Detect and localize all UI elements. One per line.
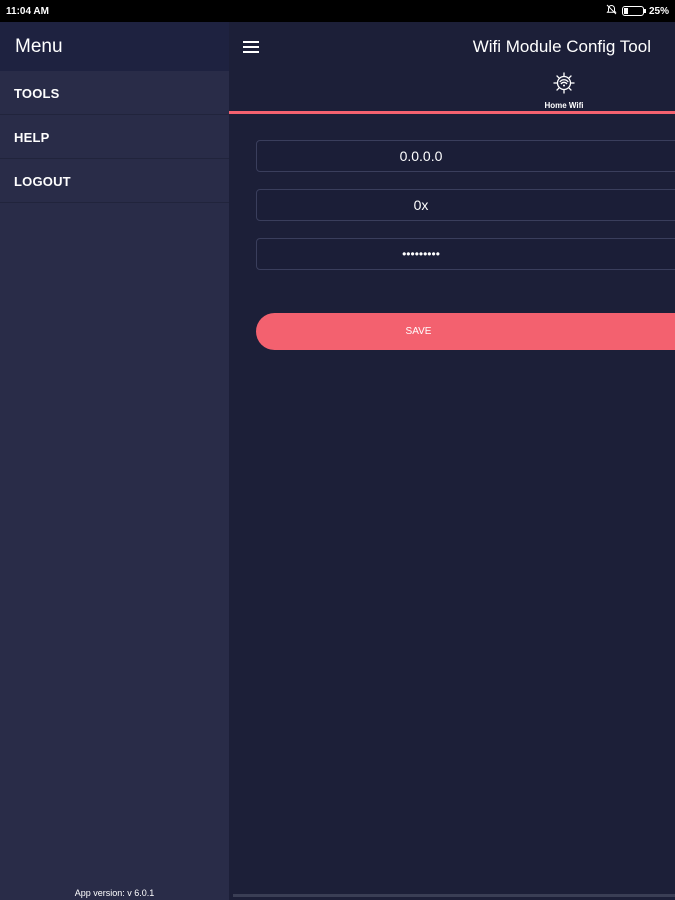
drawer-title: Menu xyxy=(0,22,229,71)
battery-percent: 25% xyxy=(648,5,669,17)
save-button[interactable]: SAVE xyxy=(256,313,675,350)
navigation-drawer: Menu TOOLS HELP LOGOUT App version: v 6.… xyxy=(0,22,229,900)
main-content: Wifi Module Config Tool Home Wifi 0.0.0.… xyxy=(229,22,675,900)
status-bar: 11:04 AM 25% xyxy=(0,0,675,22)
battery-icon xyxy=(621,6,646,16)
app-version: App version: v 6.0.1 xyxy=(74,888,155,898)
status-time: 11:04 AM xyxy=(6,6,49,17)
tab-label: Home Wifi xyxy=(544,101,584,110)
page-title: Wifi Module Config Tool xyxy=(472,37,651,56)
bottom-divider xyxy=(233,894,675,897)
menu-item-logout[interactable]: LOGOUT xyxy=(0,159,229,203)
app-bar: Wifi Module Config Tool Home Wifi xyxy=(229,22,675,114)
status-right: 25% xyxy=(606,4,669,18)
wifi-settings-gear-icon xyxy=(552,72,576,99)
password-field[interactable]: ••••••••• xyxy=(256,238,675,270)
menu-item-tools[interactable]: TOOLS xyxy=(0,71,229,115)
hex-field[interactable]: 0x xyxy=(256,189,675,221)
ip-address-field[interactable]: 0.0.0.0 xyxy=(256,140,675,172)
tab-home-wifi[interactable]: Home Wifi xyxy=(534,71,594,110)
alarm-off-icon xyxy=(606,4,617,18)
hamburger-menu-icon[interactable] xyxy=(243,41,259,53)
battery-fill xyxy=(623,8,629,14)
menu-item-help[interactable]: HELP xyxy=(0,115,229,159)
